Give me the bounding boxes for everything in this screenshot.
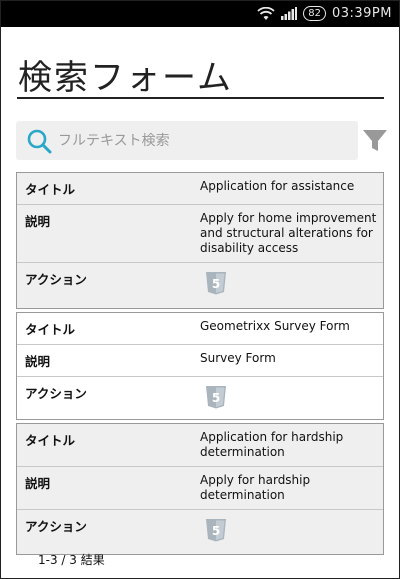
page-title: 検索フォーム bbox=[18, 58, 233, 98]
title-row: タイトル Application for assistance bbox=[17, 173, 383, 205]
description-label: 説明 bbox=[25, 354, 51, 369]
title-label: タイトル bbox=[25, 182, 76, 197]
description-label: 説明 bbox=[25, 214, 51, 229]
form-title[interactable]: Geometrixx Survey Form bbox=[193, 313, 383, 344]
html5-form-icon[interactable]: 5 bbox=[204, 385, 228, 409]
status-bar: 82 03:39PM bbox=[0, 0, 400, 27]
svg-text:5: 5 bbox=[212, 391, 220, 405]
action-row: アクション 5 bbox=[17, 377, 383, 419]
result-card[interactable]: タイトル Application for hardship determinat… bbox=[16, 423, 384, 555]
description-row: 説明 Survey Form bbox=[17, 345, 383, 377]
result-card[interactable]: タイトル Geometrixx Survey Form 説明 Survey Fo… bbox=[16, 312, 384, 420]
wifi-icon bbox=[257, 6, 275, 20]
description-label: 説明 bbox=[25, 476, 51, 491]
filter-icon[interactable] bbox=[362, 128, 388, 154]
form-title[interactable]: Application for hardship determination bbox=[193, 424, 383, 466]
result-card[interactable]: タイトル Application for assistance 説明 Apply… bbox=[16, 172, 384, 309]
svg-text:5: 5 bbox=[212, 524, 220, 538]
search-icon[interactable] bbox=[26, 128, 52, 154]
form-description: Apply for hardship determination bbox=[200, 473, 311, 502]
title-row: タイトル Application for hardship determinat… bbox=[17, 424, 383, 467]
result-count: 1-3 / 3 結果 bbox=[38, 553, 105, 567]
action-row: アクション 5 bbox=[17, 510, 383, 554]
action-label: アクション bbox=[25, 386, 87, 401]
action-row: アクション 5 bbox=[17, 263, 383, 308]
description-row: 説明 Apply for home improvement and struct… bbox=[17, 205, 383, 263]
battery-indicator: 82 bbox=[303, 6, 326, 21]
action-label: アクション bbox=[25, 519, 87, 534]
description-row: 説明 Apply for hardship determination bbox=[17, 467, 383, 510]
html5-form-icon[interactable]: 5 bbox=[204, 518, 228, 542]
search-input[interactable] bbox=[58, 122, 348, 159]
action-label: アクション bbox=[25, 272, 87, 287]
title-row: タイトル Geometrixx Survey Form bbox=[17, 313, 383, 345]
form-description: Survey Form bbox=[200, 351, 276, 365]
clock: 03:39PM bbox=[331, 6, 392, 21]
form-title[interactable]: Application for assistance bbox=[193, 173, 383, 204]
svg-text:5: 5 bbox=[212, 277, 220, 291]
title-label: タイトル bbox=[25, 433, 76, 448]
search-bar[interactable] bbox=[16, 121, 358, 160]
title-label: タイトル bbox=[25, 322, 76, 337]
html5-form-icon[interactable]: 5 bbox=[204, 271, 228, 295]
form-description: Apply for home improvement and structura… bbox=[200, 211, 377, 255]
title-divider bbox=[17, 97, 384, 99]
signal-icon bbox=[281, 7, 298, 20]
results-list: タイトル Application for assistance 説明 Apply… bbox=[16, 172, 384, 558]
